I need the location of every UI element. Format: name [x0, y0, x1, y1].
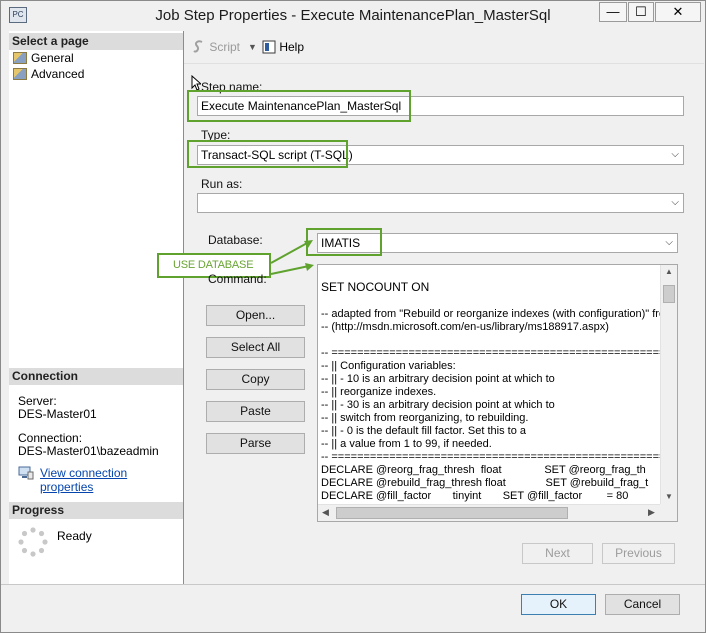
run-as-label: Run as: [201, 177, 243, 191]
mouse-cursor-icon [191, 74, 203, 91]
command-line: -- || - 0 is the default fill factor. Se… [321, 425, 527, 437]
cancel-button[interactable]: Cancel [605, 594, 680, 615]
copy-button[interactable]: Copy [206, 369, 305, 390]
ok-button[interactable]: OK [521, 594, 596, 615]
annotation-text: USE DATABASE [173, 259, 254, 271]
progress-header: Progress [9, 502, 183, 519]
vertical-scroll-thumb[interactable] [663, 285, 675, 303]
scrollbar-corner [660, 504, 677, 521]
command-line: DECLARE @fill_factor tinyint SET @fill_f… [321, 490, 629, 502]
command-line: -- || - 10 is an arbitrary decision poin… [321, 373, 555, 385]
command-line: -- || - 30 is an arbitrary decision poin… [321, 399, 555, 411]
wrench-page-icon [13, 52, 27, 64]
title-bar: PC Job Step Properties - Execute Mainten… [1, 1, 705, 30]
command-textarea[interactable]: SET NOCOUNT ON -- adapted from "Rebuild … [317, 264, 678, 522]
next-button[interactable]: Next [522, 543, 593, 564]
help-icon [262, 40, 276, 54]
command-line: DECLARE @rebuild_frag_thresh float SET @… [321, 477, 649, 489]
minimize-button[interactable]: — [599, 2, 627, 22]
maximize-button[interactable]: ☐ [628, 2, 654, 22]
select-all-button[interactable]: Select All [206, 337, 305, 358]
database-label: Database: [208, 233, 263, 247]
progress-spinner-icon [18, 527, 48, 557]
parse-button[interactable]: Parse [206, 433, 305, 454]
select-page-header: Select a page [9, 33, 183, 50]
connection-properties-icon [18, 466, 34, 480]
command-line: SET NOCOUNT ON [321, 280, 430, 294]
scroll-right-arrow-icon[interactable]: ▶ [648, 507, 655, 518]
server-label: Server: [18, 394, 57, 408]
command-vertical-scrollbar[interactable]: ▲ ▼ [660, 265, 677, 505]
annotation-arrows [270, 240, 314, 275]
paste-button[interactable]: Paste [206, 401, 305, 422]
command-horizontal-scrollbar[interactable]: ◀ ▶ [318, 504, 661, 521]
step-name-highlight [187, 90, 411, 122]
connection-header: Connection [9, 368, 183, 385]
script-dropdown-chevron-icon[interactable]: ▼ [248, 42, 257, 52]
command-line: DECLARE @reorg_frag_thresh float SET @re… [321, 464, 646, 476]
chevron-down-icon: ⌵ [671, 197, 679, 208]
command-line: -- =====================================… [321, 451, 678, 463]
wrench-page-icon [13, 68, 27, 80]
server-value: DES-Master01 [18, 407, 97, 421]
connection-value: DES-Master01\bazeadmin [18, 444, 159, 458]
job-step-properties-window: PC Job Step Properties - Execute Mainten… [0, 0, 706, 633]
command-line: -- || switch from reorganizing, to rebui… [321, 412, 529, 424]
toolbar: Script ▼ Help [184, 31, 704, 64]
script-button[interactable]: Script [192, 40, 240, 54]
close-button[interactable]: ✕ [655, 2, 701, 22]
page-item-advanced[interactable]: Advanced [13, 66, 84, 82]
horizontal-scroll-thumb[interactable] [336, 507, 568, 519]
view-connection-properties-link[interactable]: View connection properties [40, 466, 183, 494]
help-button[interactable]: Help [262, 40, 304, 54]
scroll-left-arrow-icon[interactable]: ◀ [322, 507, 329, 518]
previous-button[interactable]: Previous [602, 543, 675, 564]
progress-status: Ready [57, 529, 92, 543]
connection-label: Connection: [18, 431, 83, 445]
scroll-up-arrow-icon[interactable]: ▲ [665, 267, 673, 276]
help-label: Help [279, 40, 305, 54]
type-highlight [187, 140, 348, 168]
command-line: -- || a value from 1 to 99, if needed. [321, 438, 492, 450]
command-line: -- || Configuration variables: [321, 360, 456, 372]
script-icon [192, 40, 206, 54]
dialog-footer: OK Cancel [1, 584, 705, 632]
page-item-label: Advanced [31, 67, 85, 81]
command-line: -- (http://msdn.microsoft.com/en-us/libr… [321, 321, 609, 333]
left-pane: Select a page General Advanced Connectio… [9, 31, 184, 584]
open-button[interactable]: Open... [206, 305, 305, 326]
command-line: -- || reorganize indexes. [321, 386, 437, 398]
command-line: -- adapted from "Rebuild or reorganize i… [321, 308, 675, 320]
scroll-down-arrow-icon[interactable]: ▼ [665, 492, 673, 501]
chevron-down-icon: ⌵ [665, 237, 673, 248]
page-item-general[interactable]: General [13, 50, 74, 66]
command-line: -- =====================================… [321, 347, 678, 359]
chevron-down-icon: ⌵ [671, 149, 679, 160]
run-as-select[interactable]: ⌵ [197, 193, 684, 213]
database-highlight [306, 228, 382, 256]
script-label: Script [209, 40, 241, 54]
command-label: Command: [208, 272, 267, 286]
page-item-label: General [31, 51, 74, 65]
